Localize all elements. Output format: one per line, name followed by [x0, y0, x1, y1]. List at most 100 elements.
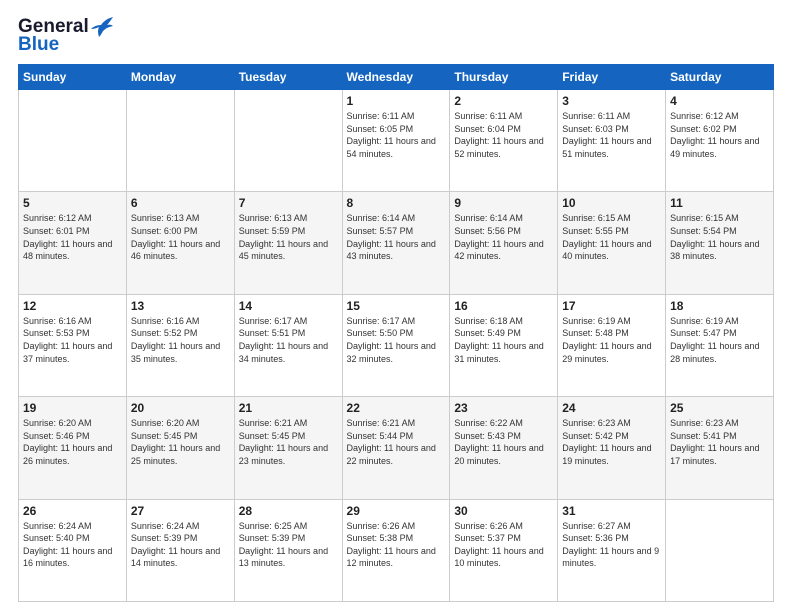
- day-info: Sunrise: 6:18 AM Sunset: 5:49 PM Dayligh…: [454, 315, 553, 365]
- day-number: 30: [454, 504, 553, 518]
- day-info: Sunrise: 6:16 AM Sunset: 5:53 PM Dayligh…: [23, 315, 122, 365]
- weekday-header-thursday: Thursday: [450, 65, 558, 90]
- day-number: 13: [131, 299, 230, 313]
- day-info: Sunrise: 6:24 AM Sunset: 5:40 PM Dayligh…: [23, 520, 122, 570]
- calendar-header-row: SundayMondayTuesdayWednesdayThursdayFrid…: [19, 65, 774, 90]
- day-number: 10: [562, 196, 661, 210]
- day-info: Sunrise: 6:14 AM Sunset: 5:57 PM Dayligh…: [347, 212, 446, 262]
- weekday-header-friday: Friday: [558, 65, 666, 90]
- day-info: Sunrise: 6:21 AM Sunset: 5:45 PM Dayligh…: [239, 417, 338, 467]
- day-number: 19: [23, 401, 122, 415]
- calendar-cell: 19 Sunrise: 6:20 AM Sunset: 5:46 PM Dayli…: [19, 397, 127, 499]
- calendar-cell: 11 Sunrise: 6:15 AM Sunset: 5:54 PM Dayli…: [666, 192, 774, 294]
- calendar-cell: 26 Sunrise: 6:24 AM Sunset: 5:40 PM Dayli…: [19, 499, 127, 601]
- day-info: Sunrise: 6:21 AM Sunset: 5:44 PM Dayligh…: [347, 417, 446, 467]
- weekday-header-sunday: Sunday: [19, 65, 127, 90]
- day-info: Sunrise: 6:20 AM Sunset: 5:46 PM Dayligh…: [23, 417, 122, 467]
- calendar-week-row: 19 Sunrise: 6:20 AM Sunset: 5:46 PM Dayli…: [19, 397, 774, 499]
- calendar-cell: 18 Sunrise: 6:19 AM Sunset: 5:47 PM Dayli…: [666, 294, 774, 396]
- day-info: Sunrise: 6:24 AM Sunset: 5:39 PM Dayligh…: [131, 520, 230, 570]
- calendar-table: SundayMondayTuesdayWednesdayThursdayFrid…: [18, 64, 774, 602]
- calendar-cell: 25Sunrise: 6:23 AM Sunset: 5:41 PM Dayli…: [666, 397, 774, 499]
- day-info: Sunrise: 6:22 AM Sunset: 5:43 PM Dayligh…: [454, 417, 553, 467]
- weekday-header-tuesday: Tuesday: [234, 65, 342, 90]
- day-number: 14: [239, 299, 338, 313]
- calendar-cell: [19, 90, 127, 192]
- day-number: 3: [562, 94, 661, 108]
- calendar-cell: [234, 90, 342, 192]
- calendar-cell: 7Sunrise: 6:13 AM Sunset: 5:59 PM Daylig…: [234, 192, 342, 294]
- logo-blue: Blue: [18, 34, 59, 56]
- day-number: 26: [23, 504, 122, 518]
- page: General Blue SundayMondayTuesdayWednesda…: [0, 0, 792, 612]
- day-info: Sunrise: 6:11 AM Sunset: 6:05 PM Dayligh…: [347, 110, 446, 160]
- day-number: 2: [454, 94, 553, 108]
- day-number: 23: [454, 401, 553, 415]
- day-info: Sunrise: 6:26 AM Sunset: 5:37 PM Dayligh…: [454, 520, 553, 570]
- calendar-cell: 16 Sunrise: 6:18 AM Sunset: 5:49 PM Dayli…: [450, 294, 558, 396]
- calendar-cell: 8 Sunrise: 6:14 AM Sunset: 5:57 PM Daylig…: [342, 192, 450, 294]
- calendar-cell: 22 Sunrise: 6:21 AM Sunset: 5:44 PM Dayli…: [342, 397, 450, 499]
- day-info: Sunrise: 6:11 AM Sunset: 6:03 PM Dayligh…: [562, 110, 661, 160]
- calendar-cell: 12Sunrise: 6:16 AM Sunset: 5:53 PM Dayli…: [19, 294, 127, 396]
- weekday-header-saturday: Saturday: [666, 65, 774, 90]
- day-number: 25: [670, 401, 769, 415]
- calendar-week-row: 1 Sunrise: 6:11 AM Sunset: 6:05 PM Daylig…: [19, 90, 774, 192]
- day-number: 11: [670, 196, 769, 210]
- calendar-week-row: 5 Sunrise: 6:12 AM Sunset: 6:01 PM Daylig…: [19, 192, 774, 294]
- header: General Blue: [18, 16, 774, 56]
- calendar-cell: 29Sunrise: 6:26 AM Sunset: 5:38 PM Dayli…: [342, 499, 450, 601]
- calendar-cell: 1 Sunrise: 6:11 AM Sunset: 6:05 PM Daylig…: [342, 90, 450, 192]
- day-number: 21: [239, 401, 338, 415]
- day-number: 5: [23, 196, 122, 210]
- day-info: Sunrise: 6:15 AM Sunset: 5:54 PM Dayligh…: [670, 212, 769, 262]
- calendar-cell: 20 Sunrise: 6:20 AM Sunset: 5:45 PM Dayli…: [126, 397, 234, 499]
- calendar-cell: 28Sunrise: 6:25 AM Sunset: 5:39 PM Dayli…: [234, 499, 342, 601]
- calendar-cell: 5 Sunrise: 6:12 AM Sunset: 6:01 PM Daylig…: [19, 192, 127, 294]
- calendar-cell: 30 Sunrise: 6:26 AM Sunset: 5:37 PM Dayli…: [450, 499, 558, 601]
- calendar-cell: [126, 90, 234, 192]
- day-number: 24: [562, 401, 661, 415]
- day-info: Sunrise: 6:25 AM Sunset: 5:39 PM Dayligh…: [239, 520, 338, 570]
- day-number: 9: [454, 196, 553, 210]
- day-info: Sunrise: 6:15 AM Sunset: 5:55 PM Dayligh…: [562, 212, 661, 262]
- calendar-cell: 9Sunrise: 6:14 AM Sunset: 5:56 PM Daylig…: [450, 192, 558, 294]
- day-number: 31: [562, 504, 661, 518]
- day-info: Sunrise: 6:12 AM Sunset: 6:01 PM Dayligh…: [23, 212, 122, 262]
- calendar-cell: [666, 499, 774, 601]
- day-number: 6: [131, 196, 230, 210]
- calendar-cell: 21 Sunrise: 6:21 AM Sunset: 5:45 PM Dayli…: [234, 397, 342, 499]
- calendar-cell: 27 Sunrise: 6:24 AM Sunset: 5:39 PM Dayli…: [126, 499, 234, 601]
- calendar-cell: 2 Sunrise: 6:11 AM Sunset: 6:04 PM Daylig…: [450, 90, 558, 192]
- day-number: 1: [347, 94, 446, 108]
- day-number: 4: [670, 94, 769, 108]
- day-number: 20: [131, 401, 230, 415]
- weekday-header-wednesday: Wednesday: [342, 65, 450, 90]
- day-number: 22: [347, 401, 446, 415]
- logo-bird-icon: [91, 17, 113, 37]
- day-info: Sunrise: 6:19 AM Sunset: 5:47 PM Dayligh…: [670, 315, 769, 365]
- weekday-header-monday: Monday: [126, 65, 234, 90]
- day-info: Sunrise: 6:11 AM Sunset: 6:04 PM Dayligh…: [454, 110, 553, 160]
- calendar-cell: 31Sunrise: 6:27 AM Sunset: 5:36 PM Dayli…: [558, 499, 666, 601]
- calendar-week-row: 12Sunrise: 6:16 AM Sunset: 5:53 PM Dayli…: [19, 294, 774, 396]
- day-number: 27: [131, 504, 230, 518]
- day-info: Sunrise: 6:17 AM Sunset: 5:51 PM Dayligh…: [239, 315, 338, 365]
- calendar-cell: 23 Sunrise: 6:22 AM Sunset: 5:43 PM Dayli…: [450, 397, 558, 499]
- day-info: Sunrise: 6:26 AM Sunset: 5:38 PM Dayligh…: [347, 520, 446, 570]
- day-info: Sunrise: 6:16 AM Sunset: 5:52 PM Dayligh…: [131, 315, 230, 365]
- day-info: Sunrise: 6:17 AM Sunset: 5:50 PM Dayligh…: [347, 315, 446, 365]
- calendar-cell: 3 Sunrise: 6:11 AM Sunset: 6:03 PM Daylig…: [558, 90, 666, 192]
- day-number: 17: [562, 299, 661, 313]
- day-number: 18: [670, 299, 769, 313]
- day-number: 16: [454, 299, 553, 313]
- calendar-cell: 14 Sunrise: 6:17 AM Sunset: 5:51 PM Dayli…: [234, 294, 342, 396]
- day-info: Sunrise: 6:13 AM Sunset: 5:59 PM Dayligh…: [239, 212, 338, 262]
- day-number: 8: [347, 196, 446, 210]
- day-info: Sunrise: 6:20 AM Sunset: 5:45 PM Dayligh…: [131, 417, 230, 467]
- calendar-cell: 6Sunrise: 6:13 AM Sunset: 6:00 PM Daylig…: [126, 192, 234, 294]
- calendar-cell: 15 Sunrise: 6:17 AM Sunset: 5:50 PM Dayli…: [342, 294, 450, 396]
- calendar-cell: 10 Sunrise: 6:15 AM Sunset: 5:55 PM Dayli…: [558, 192, 666, 294]
- calendar-cell: 24Sunrise: 6:23 AM Sunset: 5:42 PM Dayli…: [558, 397, 666, 499]
- day-number: 15: [347, 299, 446, 313]
